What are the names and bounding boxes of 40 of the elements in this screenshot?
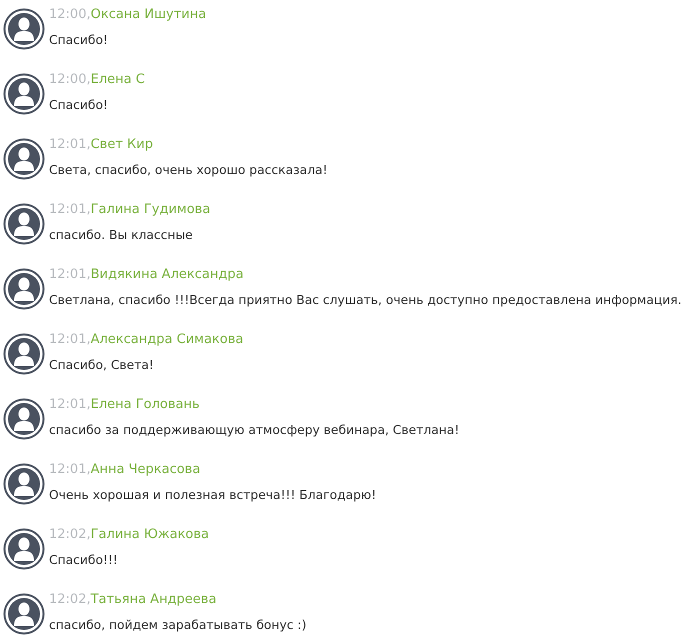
author-name: Анна Черкасова — [90, 462, 200, 478]
avatar-icon — [3, 593, 45, 635]
message-text: Светлана, спасибо !!!Всегда приятно Вас слушать, очень доступно предоставлена информация. — [49, 292, 682, 308]
author-name: Александра Симакова — [90, 332, 244, 348]
avatar-icon — [3, 528, 45, 570]
avatar-icon — [3, 333, 45, 375]
avatar-icon — [3, 203, 45, 245]
avatar-icon — [3, 138, 45, 180]
message-text: спасибо, пойдем зарабатывать бонус :) — [49, 617, 306, 633]
message-time: 12:01, — [49, 332, 91, 348]
message-time: 12:01, — [49, 267, 91, 283]
author-name: Татьяна Андреева — [90, 592, 216, 608]
message-text: Спасибо, Света! — [49, 357, 155, 373]
message-time: 12:01, — [49, 202, 91, 218]
message-time: 12:01, — [49, 137, 91, 153]
message-time: 12:00, — [49, 72, 91, 88]
message-text: спасибо. Вы классные — [49, 227, 194, 243]
message-text: Спасибо!!! — [49, 552, 119, 568]
avatar-icon — [3, 73, 45, 115]
message-time: 12:02, — [49, 527, 91, 543]
avatar-icon — [3, 8, 45, 50]
message-time: 12:01, — [49, 462, 91, 478]
author-name: Оксана Ишутина — [90, 7, 206, 23]
message-text: Очень хорошая и полезная встреча!!! Благодарю! — [49, 487, 376, 503]
message-time: 12:02, — [49, 592, 91, 608]
avatar-icon — [3, 398, 45, 440]
author-name: Свет Кир — [90, 137, 153, 153]
message-text: Спасибо! — [49, 97, 109, 113]
author-name: Елена С — [90, 72, 145, 88]
message-text: спасибо за поддерживающую атмосферу вебинара, Светлана! — [49, 422, 460, 438]
author-name: Видякина Александра — [90, 267, 244, 283]
author-name: Галина Гудимова — [90, 202, 210, 218]
message-text: Света, спасибо, очень хорошо рассказала! — [49, 162, 328, 178]
author-name: Галина Южакова — [90, 527, 210, 543]
message-text: Спасибо! — [49, 32, 109, 48]
message-time: 12:00, — [49, 7, 91, 23]
author-name: Елена Головань — [90, 397, 200, 413]
message-time: 12:01, — [49, 397, 91, 413]
avatar-icon — [3, 268, 45, 310]
avatar-icon — [3, 463, 45, 505]
